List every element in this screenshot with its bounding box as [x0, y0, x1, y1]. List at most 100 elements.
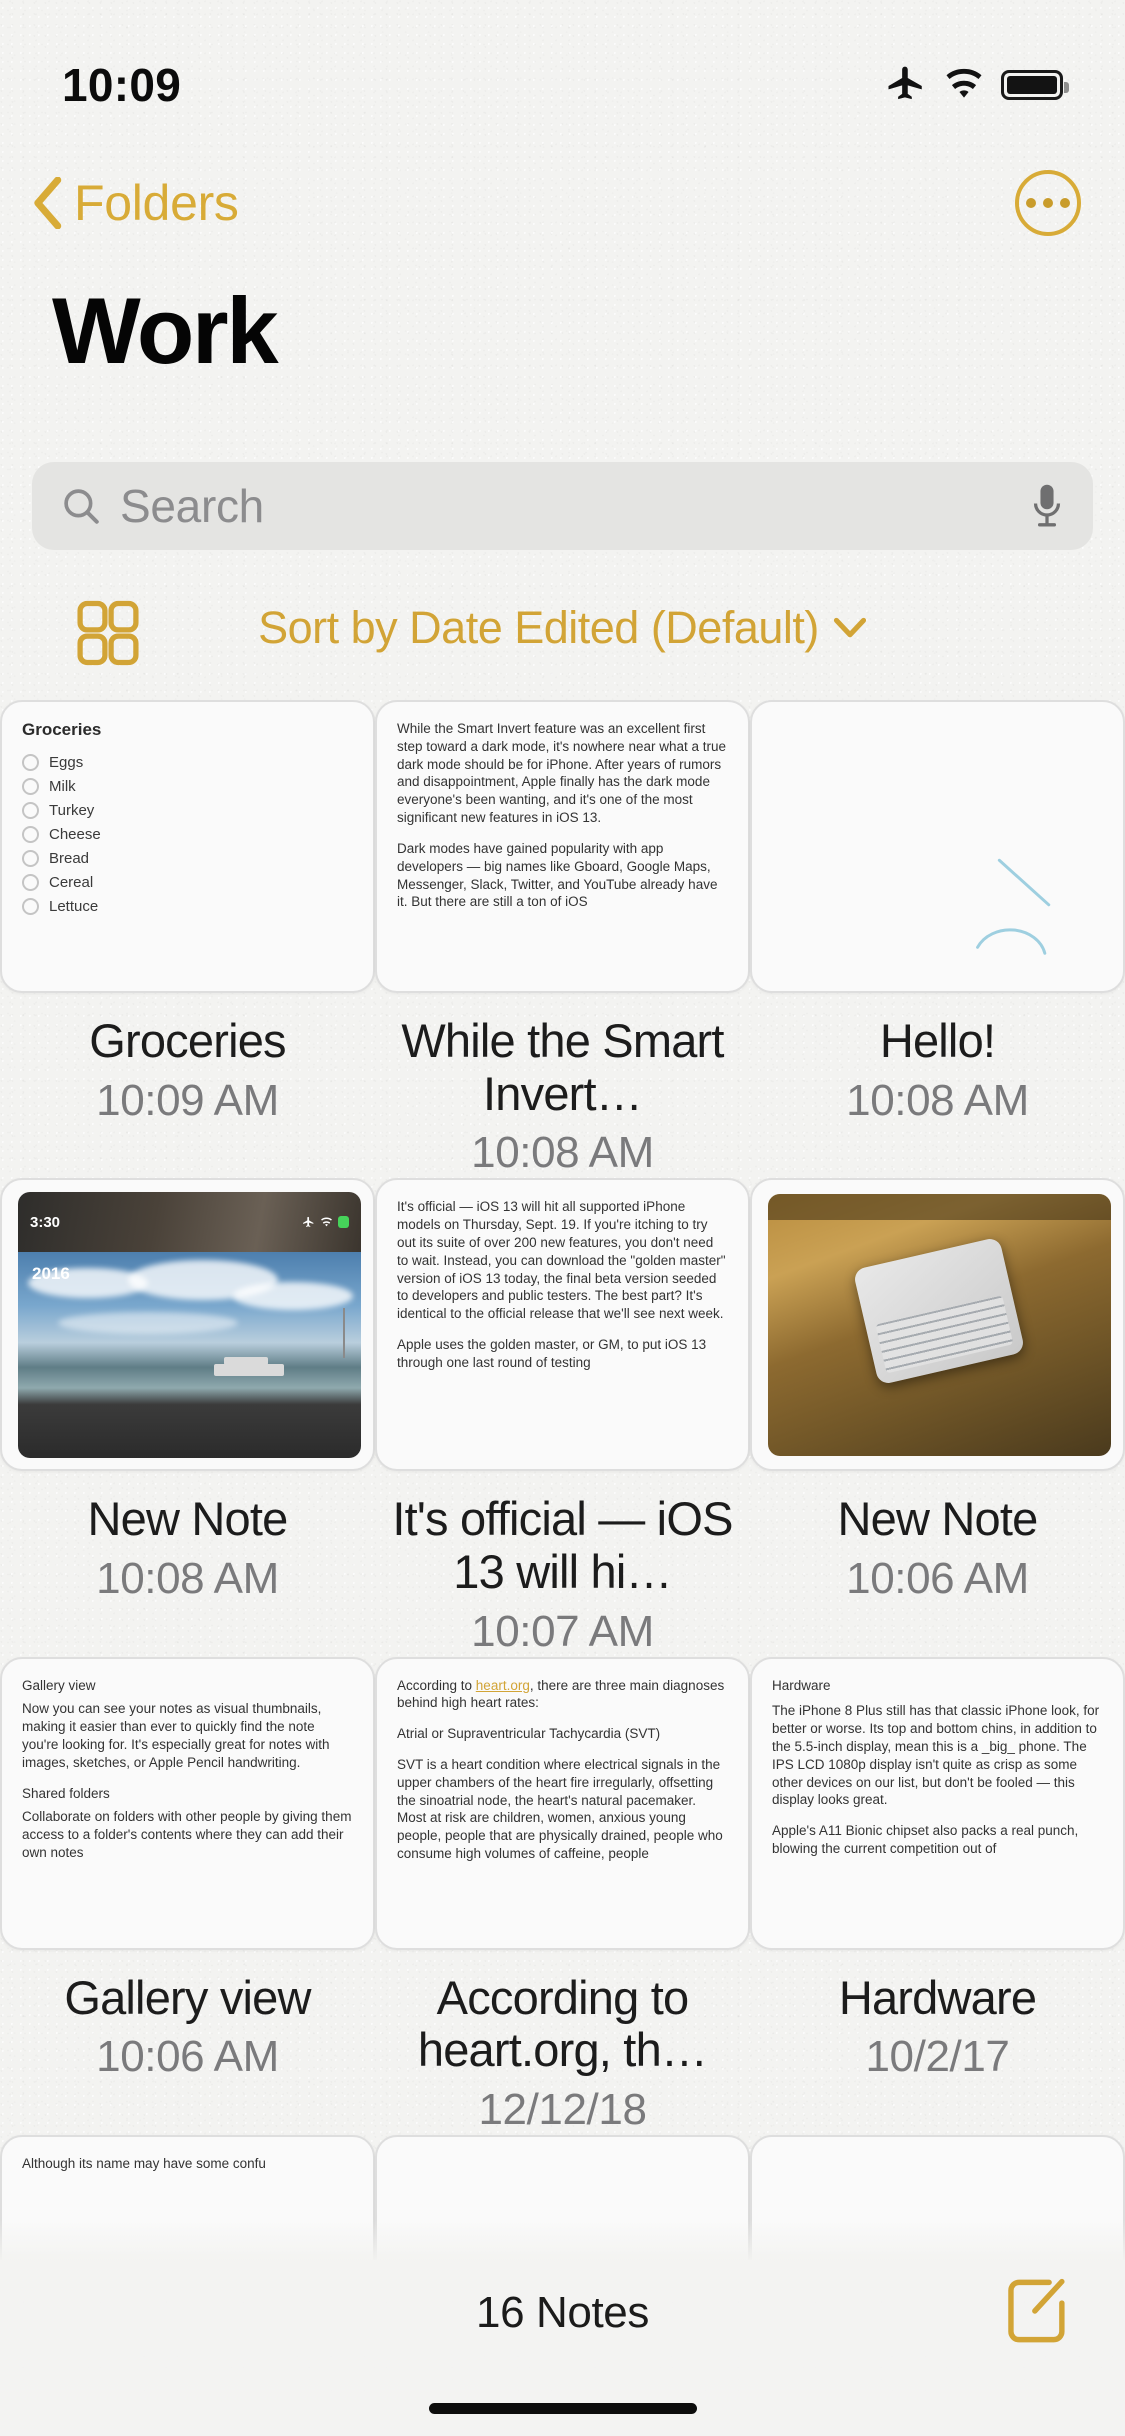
note-thumbnail-empty[interactable] — [750, 2134, 1125, 2260]
note-thumbnail-text[interactable]: It's official — iOS 13 will hit all supp… — [375, 1178, 750, 1472]
note-cell[interactable]: 3:30 2016 New Note 10:08 AM — [0, 1178, 375, 1656]
note-date: 10:07 AM — [471, 1606, 654, 1656]
back-button-label: Folders — [74, 175, 239, 231]
checklist-item-label: Cereal — [49, 874, 94, 891]
checkbox-icon — [22, 802, 39, 819]
ellipsis-dot — [1043, 198, 1053, 208]
status-bar-time: 10:09 — [62, 59, 182, 111]
bottom-toolbar: 16 Notes — [0, 2260, 1125, 2436]
note-preview-paragraph: The iPhone 8 Plus still has that classic… — [772, 1703, 1100, 1808]
home-indicator[interactable] — [428, 2403, 697, 2414]
note-cell[interactable]: Although its name may have some confu — [0, 2134, 375, 2260]
note-cell[interactable]: According to heart.org, there are three … — [375, 1656, 750, 2135]
checkbox-icon — [22, 874, 39, 891]
note-cell[interactable]: Gallery view Now you can see your notes … — [0, 1656, 375, 2135]
note-cell[interactable]: New Note 10:06 AM — [750, 1178, 1125, 1656]
note-thumbnail-text[interactable]: Gallery view Now you can see your notes … — [0, 1656, 375, 1950]
checklist-item-label: Eggs — [49, 754, 84, 771]
note-date: 10:08 AM — [846, 1075, 1029, 1125]
note-preview-paragraph: While the Smart Invert feature was an ex… — [397, 721, 727, 826]
checklist-item-label: Turkey — [49, 802, 95, 819]
note-preview-paragraph: Atrial or Supraventricular Tachycardia (… — [397, 1726, 661, 1742]
note-title: Hardware — [838, 1970, 1037, 2024]
wifi-icon — [321, 1217, 332, 1227]
note-thumbnail-text[interactable]: While the Smart Invert feature was an ex… — [375, 700, 750, 993]
note-thumbnail-drawing[interactable] — [750, 700, 1125, 993]
handwriting-sketch-icon — [976, 858, 1051, 955]
note-preview-paragraph: SVT is a heart condition where electrica… — [397, 1756, 723, 1861]
note-preview-paragraph: Gallery view — [22, 1677, 96, 1693]
note-cell[interactable]: Hello! 10:08 AM — [750, 700, 1125, 1178]
note-cell[interactable]: While the Smart Invert feature was an ex… — [375, 700, 750, 1178]
note-preview-paragraph: Apple's A11 Bionic chipset also packs a … — [772, 1823, 1079, 1856]
checkbox-icon — [22, 850, 39, 867]
sort-label: Sort by Date Edited (Default) — [258, 602, 819, 653]
note-cell[interactable]: It's official — iOS 13 will hit all supp… — [375, 1178, 750, 1656]
navigation-bar: Folders — [0, 148, 1125, 258]
note-thumbnail-text[interactable]: Although its name may have some confu — [0, 2134, 375, 2260]
note-title: It's official — iOS 13 will hi… — [392, 1492, 733, 1598]
checklist-item: Milk — [22, 778, 353, 795]
search-input[interactable]: Search — [120, 479, 1029, 533]
search-field[interactable]: Search — [32, 462, 1093, 550]
note-cell[interactable]: Hardware The iPhone 8 Plus still has tha… — [750, 1656, 1125, 2135]
airplane-mode-icon — [888, 66, 922, 100]
cloud-shape — [233, 1282, 353, 1311]
screenshot-attachment: 3:30 2016 — [18, 1192, 361, 1459]
note-cell[interactable] — [750, 2134, 1125, 2260]
notes-gallery-grid[interactable]: Groceries Eggs Milk Turkey Cheese Bread … — [0, 700, 1125, 2260]
checklist-item-label: Cheese — [49, 826, 101, 843]
inline-link[interactable]: heart.org — [476, 1678, 530, 1693]
note-thumbnail-empty[interactable] — [375, 2134, 750, 2260]
note-cell[interactable]: Groceries Eggs Milk Turkey Cheese Bread … — [0, 700, 375, 1178]
note-thumbnail-text[interactable]: According to heart.org, there are three … — [375, 1656, 750, 1950]
note-date: 10/2/17 — [865, 2032, 1010, 2082]
battery-icon — [1001, 70, 1069, 100]
note-thumbnail-checklist[interactable]: Groceries Eggs Milk Turkey Cheese Bread … — [0, 700, 375, 993]
note-preview-paragraph: Collaborate on folders with other people… — [22, 1809, 352, 1860]
microphone-icon[interactable] — [1029, 481, 1065, 531]
sort-selector[interactable]: Sort by Date Edited (Default) — [0, 602, 1125, 654]
ship-shape — [214, 1364, 284, 1377]
wifi-icon — [946, 68, 982, 98]
status-bar: 10:09 — [0, 0, 1125, 132]
note-date: 12/12/18 — [478, 2084, 647, 2134]
sort-toolbar: Sort by Date Edited (Default) — [0, 598, 1125, 686]
embedded-status-bar: 3:30 — [18, 1192, 361, 1253]
checklist-item: Lettuce — [22, 898, 353, 915]
note-title: According to heart.org, th… — [417, 1970, 708, 2077]
checklist-item: Cereal — [22, 874, 353, 891]
ellipsis-dot — [1026, 198, 1036, 208]
note-preview-paragraph: It's official — iOS 13 will hit all supp… — [397, 1199, 726, 1322]
compose-note-icon[interactable] — [1005, 2276, 1071, 2346]
note-cell[interactable] — [375, 2134, 750, 2260]
ship-shape — [224, 1357, 268, 1366]
note-thumbnail-text[interactable]: Hardware The iPhone 8 Plus still has tha… — [750, 1656, 1125, 1950]
battery-level-fill — [1007, 76, 1057, 94]
note-preview-paragraph: Apple uses the golden master, or GM, to … — [397, 1336, 707, 1370]
checklist-item: Bread — [22, 850, 353, 867]
airplane-mode-icon — [303, 1216, 314, 1227]
checklist-item: Eggs — [22, 754, 353, 771]
cloud-shape — [58, 1312, 238, 1335]
checkbox-icon — [22, 826, 39, 843]
lamppost-shape — [343, 1308, 345, 1359]
note-preview-lead: According to heart.org, there are three … — [397, 1677, 728, 1713]
photo-year-label: 2016 — [32, 1264, 70, 1284]
phone-shape — [852, 1236, 1026, 1386]
more-options-button[interactable] — [1015, 170, 1081, 236]
photo-attachment — [768, 1194, 1111, 1457]
photo-attachment: 2016 — [18, 1252, 361, 1459]
back-to-folders-button[interactable]: Folders — [30, 174, 239, 232]
note-title: While the Smart Invert… — [401, 1014, 724, 1120]
note-preview-paragraph: Dark modes have gained popularity with a… — [397, 840, 718, 910]
checklist-item-label: Bread — [49, 850, 90, 867]
note-date: 10:06 AM — [96, 2032, 279, 2082]
note-date: 10:08 AM — [96, 1553, 279, 1603]
note-title: Groceries — [89, 1014, 286, 1067]
note-preview-paragraph: Shared folders — [22, 1785, 110, 1801]
note-date: 10:08 AM — [471, 1128, 654, 1178]
note-thumbnail-photo[interactable]: 3:30 2016 — [0, 1178, 375, 1472]
note-thumbnail-photo[interactable] — [750, 1178, 1125, 1472]
battery-icon — [337, 1216, 349, 1229]
